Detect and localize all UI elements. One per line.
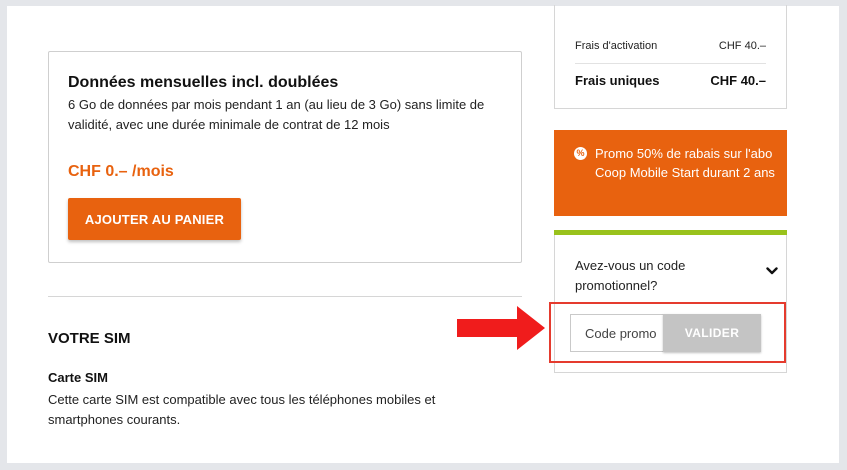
promo-code-accent-bar [554, 230, 787, 235]
offer-price: CHF 0.– /mois [68, 163, 174, 180]
chevron-down-icon[interactable] [766, 266, 778, 276]
promo-code-form-highlight: VALIDER [549, 302, 786, 363]
one-time-fee-row: Frais uniques CHF 40.– [575, 73, 766, 88]
activation-fee-row: Frais d'activation CHF 40.– [575, 40, 766, 52]
percent-badge-icon: % [574, 147, 587, 160]
section-divider [48, 296, 522, 297]
promo-code-box: Avez-vous un code promotionnel? VALIDER [549, 230, 787, 373]
one-time-fee-value: CHF 40.– [710, 73, 766, 88]
activation-fee-value: CHF 40.– [718, 40, 766, 52]
sim-card-description: Cette carte SIM est compatible avec tous… [48, 392, 436, 427]
validate-button[interactable]: VALIDER [663, 314, 761, 352]
promo-text: Promo 50% de rabais sur l'abo Coop Mobil… [595, 146, 775, 180]
page-canvas: Données mensuelles incl. doublées 6 Go d… [7, 5, 839, 463]
add-to-cart-button[interactable]: AJOUTER AU PANIER [68, 198, 241, 240]
fees-divider [575, 63, 766, 64]
promo-code-input[interactable] [570, 314, 663, 352]
one-time-fee-label: Frais uniques [575, 73, 660, 88]
data-offer-card: Données mensuelles incl. doublées 6 Go d… [48, 51, 522, 263]
offer-description: 6 Go de données par mois pendant 1 an (a… [68, 97, 485, 132]
activation-fee-label: Frais d'activation [575, 40, 658, 52]
arrow-right-icon [457, 306, 545, 350]
promo-code-question[interactable]: Avez-vous un code promotionnel? [575, 256, 745, 296]
sim-card-title: Carte SIM [48, 370, 108, 385]
offer-title: Données mensuelles incl. doublées [68, 74, 339, 91]
sim-section-heading: VOTRE SIM [48, 330, 131, 347]
promo-banner: % Promo 50% de rabais sur l'abo Coop Mob… [554, 130, 787, 216]
fees-summary-box: Frais d'activation CHF 40.– Frais unique… [554, 5, 787, 109]
